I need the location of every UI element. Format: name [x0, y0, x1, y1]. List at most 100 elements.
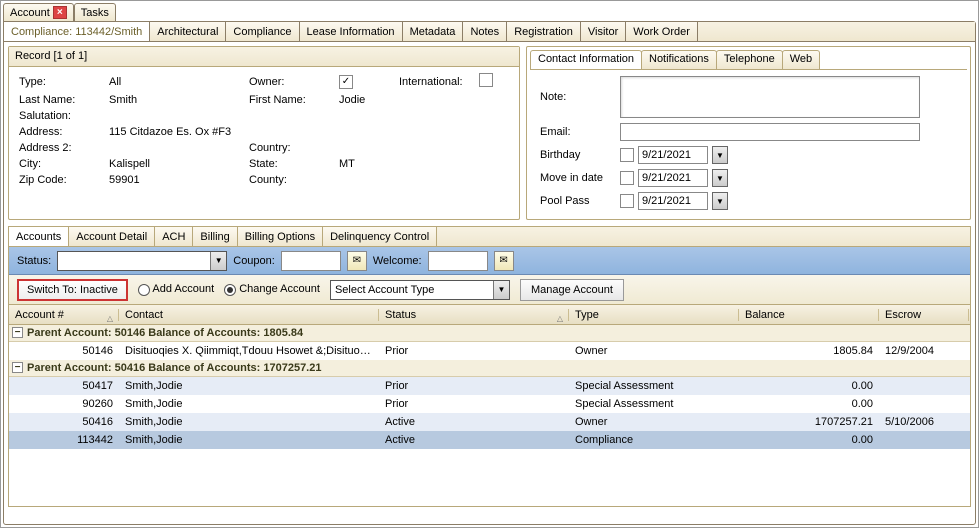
tab-visitor[interactable]: Visitor [581, 22, 626, 41]
grid-header: Account #△ Contact Status△ Type Balance … [9, 305, 970, 325]
cell-balance: 1805.84 [739, 345, 879, 357]
col-escrow[interactable]: Escrow [879, 309, 969, 321]
tab-architectural[interactable]: Architectural [150, 22, 226, 41]
top-tab-tasks[interactable]: Tasks [74, 3, 116, 21]
chevron-down-icon[interactable]: ▼ [493, 281, 509, 299]
tab-ach[interactable]: ACH [155, 227, 193, 246]
label-salutation: Salutation: [19, 110, 109, 122]
switch-to-inactive-button[interactable]: Switch To: Inactive [17, 279, 128, 301]
cell-status: Prior [379, 380, 569, 392]
birthday-field[interactable]: 9/21/2021 [638, 146, 708, 164]
tab-billing[interactable]: Billing [193, 227, 237, 246]
cell-escrow: 5/10/2006 [879, 416, 969, 428]
cell-contact: Smith,Jodie [119, 416, 379, 428]
owner-checkbox[interactable] [339, 75, 353, 89]
col-balance[interactable]: Balance [739, 309, 879, 321]
chevron-down-icon[interactable]: ▼ [210, 252, 226, 270]
table-row[interactable]: 50417Smith,JodiePriorSpecial Assessment0… [9, 377, 970, 395]
label-movein: Move in date [540, 172, 620, 184]
tab-lease-information[interactable]: Lease Information [300, 22, 403, 41]
cell-type: Owner [569, 416, 739, 428]
cell-status: Prior [379, 345, 569, 357]
cell-type: Compliance [569, 434, 739, 446]
col-contact[interactable]: Contact [119, 309, 379, 321]
accounts-panel: Accounts Account Detail ACH Billing Bill… [8, 226, 971, 507]
sort-icon: △ [557, 314, 563, 323]
movein-field[interactable]: 9/21/2021 [638, 169, 708, 187]
manage-account-button[interactable]: Manage Account [520, 279, 624, 301]
tab-contact-info[interactable]: Contact Information [530, 50, 642, 69]
select-placeholder: Select Account Type [335, 284, 434, 296]
label-zip: Zip Code: [19, 174, 109, 186]
chevron-down-icon[interactable]: ▼ [712, 169, 728, 187]
record-panel: Record [1 of 1] Type: All Owner: Interna… [8, 46, 520, 220]
tab-compliance[interactable]: Compliance [226, 22, 299, 41]
note-textarea[interactable] [620, 76, 920, 118]
tab-account-detail[interactable]: Account Detail [69, 227, 155, 246]
label-status: Status: [17, 255, 51, 267]
close-icon[interactable]: × [53, 6, 67, 19]
tab-web[interactable]: Web [782, 50, 820, 69]
label-address: Address: [19, 126, 109, 138]
tab-billing-options[interactable]: Billing Options [238, 227, 323, 246]
tab-metadata[interactable]: Metadata [403, 22, 464, 41]
grid-body[interactable]: −Parent Account: 50146 Balance of Accoun… [9, 325, 970, 505]
label-email: Email: [540, 126, 620, 138]
tab-notes[interactable]: Notes [463, 22, 507, 41]
tab-accounts[interactable]: Accounts [9, 227, 69, 246]
pool-field[interactable]: 9/21/2021 [638, 192, 708, 210]
radio-change-account[interactable] [224, 284, 236, 296]
chevron-down-icon[interactable]: ▼ [712, 146, 728, 164]
collapse-icon[interactable]: − [12, 362, 23, 373]
value-type: All [109, 76, 249, 88]
tab-work-order[interactable]: Work Order [626, 22, 698, 41]
cell-status: Active [379, 434, 569, 446]
radio-add-account[interactable] [138, 284, 150, 296]
table-row[interactable]: 113442Smith,JodieActiveCompliance0.00 [9, 431, 970, 449]
label-type: Type: [19, 76, 109, 88]
collapse-icon[interactable]: − [12, 327, 23, 338]
tab-registration[interactable]: Registration [507, 22, 581, 41]
label-birthday: Birthday [540, 149, 620, 161]
value-city: Kalispell [109, 158, 249, 170]
label-add-account: Add Account [152, 283, 214, 295]
top-tab-account[interactable]: Account × [3, 3, 74, 21]
table-row[interactable]: 50146Disituoqies X. Qiimmiqt,Tdouu Hsowe… [9, 342, 970, 360]
movein-checkbox[interactable] [620, 171, 634, 185]
select-account-type[interactable]: Select Account Type ▼ [330, 280, 510, 300]
cell-account: 113442 [9, 434, 119, 446]
label-change-account: Change Account [239, 283, 320, 295]
coupon-input[interactable] [281, 251, 341, 271]
table-row[interactable]: 90260Smith,JodiePriorSpecial Assessment0… [9, 395, 970, 413]
col-status[interactable]: Status△ [379, 309, 569, 321]
birthday-checkbox[interactable] [620, 148, 634, 162]
welcome-action-icon[interactable]: ✉ [494, 251, 514, 271]
tab-notifications[interactable]: Notifications [641, 50, 717, 69]
record-header: Record [1 of 1] [9, 47, 519, 67]
cell-contact: Disituoqies X. Qiimmiqt,Tdouu Hsowet &;D… [119, 345, 379, 357]
pool-checkbox[interactable] [620, 194, 634, 208]
col-account[interactable]: Account #△ [9, 309, 119, 321]
label-welcome: Welcome: [373, 255, 422, 267]
action-bar: Switch To: Inactive Add Account Change A… [9, 275, 970, 305]
cell-contact: Smith,Jodie [119, 380, 379, 392]
value-zip: 59901 [109, 174, 249, 186]
tab-telephone[interactable]: Telephone [716, 50, 783, 69]
group-header[interactable]: −Parent Account: 50146 Balance of Accoun… [9, 325, 970, 342]
value-address: 115 Citdazoe Es. Ox #F3 [109, 126, 399, 138]
cell-type: Special Assessment [569, 398, 739, 410]
cell-account: 50146 [9, 345, 119, 357]
table-row[interactable]: 50416Smith,JodieActiveOwner1707257.215/1… [9, 413, 970, 431]
welcome-input[interactable] [428, 251, 488, 271]
tab-compliance-record[interactable]: Compliance: 113442/Smith [4, 22, 150, 41]
cell-balance: 0.00 [739, 434, 879, 446]
chevron-down-icon[interactable]: ▼ [712, 192, 728, 210]
col-type[interactable]: Type [569, 309, 739, 321]
tab-delinquency[interactable]: Delinquency Control [323, 227, 437, 246]
coupon-action-icon[interactable]: ✉ [347, 251, 367, 271]
international-checkbox[interactable] [479, 73, 493, 87]
value-firstname: Jodie [339, 94, 399, 106]
email-field[interactable] [620, 123, 920, 141]
status-combo[interactable]: ▼ [57, 251, 227, 271]
group-header[interactable]: −Parent Account: 50416 Balance of Accoun… [9, 360, 970, 377]
